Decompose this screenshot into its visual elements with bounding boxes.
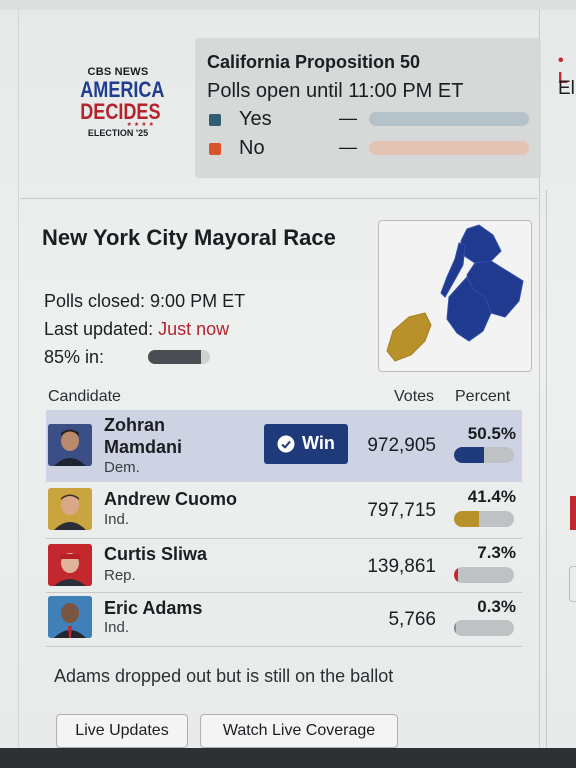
candidate-photo-icon: [48, 544, 92, 586]
nyc-map-icon: [386, 224, 524, 362]
last-updated: Last updated: Just now: [44, 319, 229, 340]
live-updates-button[interactable]: Live Updates: [56, 714, 188, 748]
reporting-label: 85% in:: [44, 347, 105, 367]
candidate-name: Curtis Sliwa: [104, 544, 208, 564]
option-bar: [369, 112, 529, 126]
logo-line1: AMERICA: [80, 77, 165, 102]
vote-percent: 0.3%: [477, 597, 516, 616]
percent-bar-fill: [454, 511, 479, 527]
percent-bar: [454, 511, 514, 527]
vote-percent: 7.3%: [477, 543, 516, 562]
last-updated-value: Just now: [158, 319, 230, 339]
candidate-party: Dem.: [104, 459, 140, 476]
watch-live-coverage-button[interactable]: Watch Live Coverage: [200, 714, 398, 748]
avatar: [48, 488, 92, 530]
logo-subtitle: ELECTION '25: [87, 128, 149, 138]
name-first: Zohran: [104, 415, 165, 435]
check-badge-icon: [277, 435, 295, 453]
candidate-party: Ind.: [104, 619, 130, 636]
proposition-status: Polls open until 11:00 PM ET: [207, 80, 464, 102]
option-label: Yes: [239, 108, 272, 130]
candidate-row-cuomo[interactable]: Andrew Cuomo Ind. 797,715 41.4%: [46, 484, 522, 536]
proposition-title: California Proposition 50: [207, 52, 421, 72]
percent-bar: [454, 620, 514, 636]
name-last: Mamdani: [104, 437, 183, 457]
candidate-name: Zohran Mamdani: [104, 414, 182, 458]
adjacent-card-peek-bar: [570, 496, 576, 530]
reporting-progress-bar: [148, 350, 210, 364]
row-divider: [46, 592, 522, 593]
percent-bar: [454, 447, 514, 463]
column-header-percent: Percent: [455, 388, 511, 405]
candidate-photo-icon: [48, 488, 92, 530]
row-divider: [46, 538, 522, 539]
vote-count: 139,861: [367, 556, 436, 577]
candidate-row-mamdani[interactable]: Zohran Mamdani Dem. Win 972,905 50.5%: [46, 410, 522, 482]
option-value: —: [339, 108, 357, 128]
polls-closed-text: Polls closed: 9:00 PM ET: [44, 291, 246, 311]
percent-bar: [454, 567, 514, 583]
proposition-option-yes: Yes —: [209, 108, 539, 132]
candidate-photo-icon: [48, 596, 92, 638]
avatar: [48, 424, 92, 466]
vote-percent: 50.5%: [467, 424, 516, 443]
top-edge: [0, 0, 576, 10]
row-divider: [46, 646, 522, 647]
race-title: New York City Mayoral Race: [42, 225, 336, 250]
candidate-row-adams[interactable]: Eric Adams Ind. 5,766 0.3%: [46, 594, 522, 646]
borough-results-map[interactable]: [378, 220, 532, 372]
option-bar: [369, 141, 529, 155]
win-label: Win: [302, 433, 335, 453]
yes-swatch: [209, 114, 221, 126]
proposition-card[interactable]: California Proposition 50 Polls open unt…: [195, 38, 541, 178]
device-bezel: [0, 748, 576, 768]
percent-bar-fill: [454, 447, 485, 463]
option-label: No: [239, 137, 265, 159]
candidate-party: Ind.: [104, 511, 130, 528]
percent-bar-fill: [454, 620, 456, 636]
cbs-america-decides-logo[interactable]: CBS NEWS AMERICA DECIDES ★★★★ ELECTION '…: [72, 66, 164, 138]
column-divider: [546, 190, 547, 750]
proposition-option-no: No —: [209, 137, 539, 161]
candidate-name: Eric Adams: [104, 598, 203, 618]
option-value: —: [339, 137, 357, 157]
section-divider: [20, 198, 538, 199]
adjacent-card-peek-text: El: [558, 78, 575, 99]
vote-count: 5,766: [388, 609, 436, 630]
avatar: [48, 596, 92, 638]
candidate-row-sliwa[interactable]: Curtis Sliwa Rep. 139,861 7.3%: [46, 540, 522, 592]
no-swatch: [209, 143, 221, 155]
candidate-name: Andrew Cuomo: [104, 489, 237, 509]
reporting-progress-fill: [148, 350, 201, 364]
vote-percent: 41.4%: [467, 487, 516, 506]
vote-count: 797,715: [367, 500, 436, 521]
avatar: [48, 544, 92, 586]
win-badge: Win: [264, 424, 348, 464]
column-header-candidate: Candidate: [48, 388, 121, 405]
column-header-votes: Votes: [394, 388, 435, 405]
percent-bar-fill: [454, 567, 459, 583]
adjacent-card-peek-box: [569, 566, 576, 602]
footnote: Adams dropped out but is still on the ba…: [54, 666, 394, 686]
candidate-photo-icon: [48, 424, 92, 466]
candidate-party: Rep.: [104, 567, 136, 584]
vote-count: 972,905: [367, 435, 436, 456]
last-updated-label: Last updated:: [44, 319, 154, 339]
logo-line2: DECIDES: [80, 99, 161, 124]
